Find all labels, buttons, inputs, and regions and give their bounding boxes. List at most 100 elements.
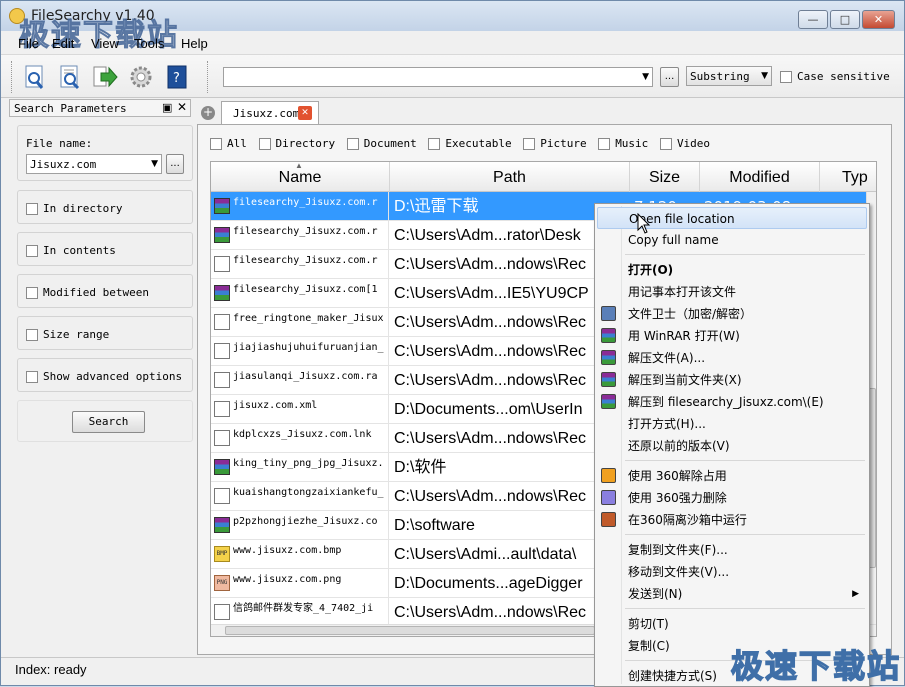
search-parameters-panel: Search Parameters ▣ ✕ File name: Jisuxz.… <box>9 99 193 655</box>
column-path[interactable]: Path <box>390 162 630 192</box>
filter-all[interactable]: All <box>210 137 247 150</box>
context-menu-item[interactable]: 使用 360强力删除 <box>597 487 867 509</box>
match-mode-select[interactable]: Substring ▼ <box>686 66 772 86</box>
rar-file-icon <box>214 198 230 214</box>
mouse-cursor-icon <box>637 213 651 234</box>
xml-file-icon <box>214 401 230 417</box>
menu-tools[interactable]: Tools <box>134 36 164 51</box>
context-menu-item[interactable]: 解压文件(A)... <box>597 347 867 369</box>
context-menu-item[interactable]: 剪切(T) <box>597 613 867 635</box>
size-range-group[interactable]: Size range <box>17 316 193 350</box>
context-menu: Open file location Copy full name 打开(O) 用记事… <box>594 203 870 687</box>
menu-help[interactable]: Help <box>181 36 208 51</box>
case-sensitive-checkbox[interactable] <box>780 70 792 83</box>
search-button[interactable]: Search <box>72 411 145 433</box>
lnk-file-icon <box>214 343 230 359</box>
advanced-options-checkbox[interactable] <box>26 370 38 383</box>
context-menu-item[interactable]: 复制到文件夹(F)... <box>597 539 867 561</box>
context-menu-item[interactable]: 用记事本打开该文件 <box>597 281 867 303</box>
search-content-icon[interactable] <box>56 63 84 91</box>
chevron-down-icon: ▼ <box>642 72 649 82</box>
size-range-checkbox[interactable] <box>26 328 38 341</box>
export-arrow-icon[interactable] <box>91 63 119 91</box>
search-input[interactable]: ▼ <box>223 67 653 87</box>
context-menu-item[interactable]: 解压到当前文件夹(X) <box>597 369 867 391</box>
context-menu-item[interactable]: 还原以前的版本(V) <box>597 435 867 457</box>
in-contents-group[interactable]: In contents <box>17 232 193 266</box>
minimize-button[interactable]: — <box>798 10 828 29</box>
menu-file[interactable]: File <box>18 36 39 51</box>
submenu-arrow-icon: ▶ <box>852 589 859 599</box>
close-tab-icon[interactable]: ✕ <box>298 106 312 120</box>
filter-music[interactable]: Music <box>598 137 648 150</box>
filter-executable[interactable]: Executable <box>428 137 512 150</box>
context-menu-item[interactable]: 使用 360解除占用 <box>597 465 867 487</box>
filter-directory[interactable]: Directory <box>258 137 335 150</box>
advanced-options-group[interactable]: Show advanced options <box>17 358 193 392</box>
column-type[interactable]: Typ <box>820 162 876 192</box>
cell-name: filesearchy_Jisuxz.com[1 <box>211 279 389 308</box>
horizontal-scroll-thumb[interactable] <box>225 626 595 635</box>
menu-view[interactable]: View <box>91 36 119 51</box>
toolbar: ? ▼ ... Substring ▼ Case sensitive <box>1 54 904 98</box>
context-menu-separator <box>625 608 865 609</box>
context-menu-item[interactable]: 用 WinRAR 打开(W) <box>597 325 867 347</box>
modified-between-checkbox[interactable] <box>26 286 38 299</box>
context-menu-item[interactable]: 打开方式(H)... <box>597 413 867 435</box>
results-tab-bar: + Jisuxz.com ✕ <box>197 99 897 125</box>
context-menu-item[interactable]: 文件卫士（加密/解密） <box>597 303 867 325</box>
360-delete-icon <box>601 490 616 505</box>
context-menu-item[interactable]: 打开(O) <box>597 259 867 281</box>
lnk-file-icon <box>214 256 230 272</box>
cell-name: PNG www.jisuxz.com.png <box>211 569 389 598</box>
tab-jisuxz[interactable]: Jisuxz.com ✕ <box>221 101 319 125</box>
float-panel-icon[interactable]: ▣ <box>162 101 172 114</box>
maximize-button[interactable]: □ <box>830 10 860 29</box>
cell-name: jiajiashujuhuifuruanjian_ <box>211 337 389 366</box>
help-book-icon[interactable]: ? <box>163 63 191 91</box>
add-tab-icon[interactable]: + <box>201 106 215 120</box>
panel-header: Search Parameters ▣ ✕ <box>9 99 191 117</box>
lnk-file-icon <box>214 488 230 504</box>
360-sandbox-icon <box>601 512 616 527</box>
chevron-down-icon: ▼ <box>151 159 158 169</box>
rar-file-icon <box>214 517 230 533</box>
context-menu-item[interactable]: 发送到(N) ▶ <box>597 583 867 605</box>
search-file-icon[interactable] <box>21 63 49 91</box>
watermark-logo-bottom: 极速下载站 <box>730 646 902 686</box>
winrar-icon <box>601 372 616 387</box>
cell-name: jisuxz.com.xml <box>211 395 389 424</box>
filter-document[interactable]: Document <box>346 137 417 150</box>
in-directory-checkbox[interactable] <box>26 202 38 215</box>
toolbar-separator <box>207 61 209 93</box>
in-contents-checkbox[interactable] <box>26 244 38 257</box>
filter-video[interactable]: Video <box>659 137 710 150</box>
menu-edit[interactable]: Edit <box>52 36 74 51</box>
close-panel-icon[interactable]: ✕ <box>177 100 187 114</box>
filter-picture[interactable]: Picture <box>523 137 587 150</box>
context-menu-item[interactable]: 移动到文件夹(V)... <box>597 561 867 583</box>
table-header: ▲ Name Path Size Modified Typ <box>211 162 876 192</box>
file-name-browse-button[interactable]: ... <box>166 154 184 174</box>
cell-name: filesearchy_Jisuxz.com.r <box>211 192 389 221</box>
close-button[interactable]: ✕ <box>862 10 895 29</box>
rar-file-icon <box>214 227 230 243</box>
column-size[interactable]: Size <box>630 162 700 192</box>
main-window: FileSearchy v1.40 极速下载站 — □ ✕ File Edit … <box>0 0 905 687</box>
file-name-group: File name: Jisuxz.com ▼ ... <box>17 125 193 181</box>
context-menu-item[interactable]: 解压到 filesearchy_Jisuxz.com\(E) <box>597 391 867 413</box>
column-modified[interactable]: Modified <box>700 162 820 192</box>
context-menu-separator <box>625 254 865 255</box>
file-name-input[interactable]: Jisuxz.com ▼ <box>26 154 162 174</box>
context-menu-item[interactable]: 在360隔离沙箱中运行 <box>597 509 867 531</box>
lnk-file-icon <box>214 314 230 330</box>
toolbar-grip <box>11 61 13 93</box>
type-filters: All Directory Document Executable Pictur… <box>210 137 715 153</box>
in-directory-group[interactable]: In directory <box>17 190 193 224</box>
column-name[interactable]: ▲ Name <box>211 162 390 192</box>
menu-bar: File Edit View Tools Help <box>1 33 904 53</box>
case-sensitive-option[interactable]: Case sensitive <box>780 69 890 83</box>
browse-button[interactable]: ... <box>660 67 679 87</box>
settings-gear-icon[interactable] <box>127 63 155 91</box>
modified-between-group[interactable]: Modified between <box>17 274 193 308</box>
